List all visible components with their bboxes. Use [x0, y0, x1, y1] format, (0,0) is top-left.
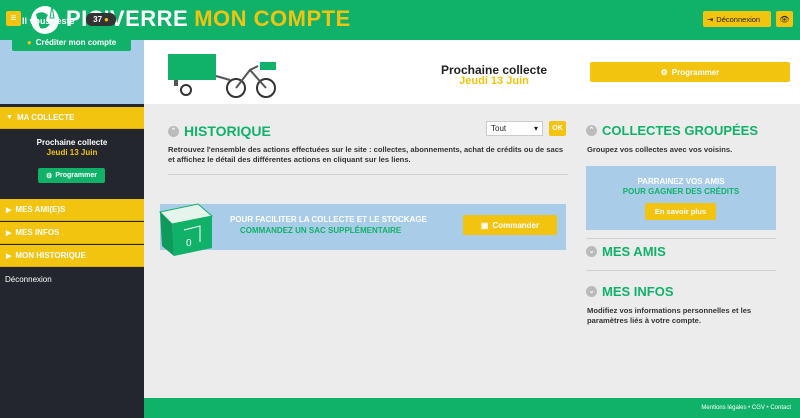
remain-label: Il vous reste [22, 16, 75, 26]
sidebar-program-label: Programmer [55, 172, 97, 179]
bike-icon: ⚙ [660, 67, 668, 77]
friends-heading[interactable]: ⌄ MES AMIS [586, 244, 666, 259]
order-label: Commander [492, 220, 540, 230]
sidebar-program-button[interactable]: ⚙ Programmer [38, 168, 105, 183]
sidebar-item-ma-collecte[interactable]: ▼ MA COLLECTE [0, 107, 144, 129]
sidebar-collecte-title: Prochaine collecte [36, 138, 108, 147]
promo-line-2: COMMANDEZ UN SAC SUPPLÉMENTAIRE [240, 226, 402, 235]
referral-panel [586, 166, 776, 230]
referral-line-1: PARRAINEZ VOS AMIS [637, 177, 725, 186]
chevron-up-icon[interactable]: ⌃ [168, 125, 179, 137]
next-collection-date: Jeudi 13 Juin [459, 75, 529, 87]
sidebar-item-mon-historique[interactable]: ▶ MON HISTORIQUE [0, 245, 144, 267]
sidebar-item-label: MA COLLECTE [16, 113, 75, 122]
cargo-bike-icon [168, 54, 276, 98]
historique-description: Retrouvez l'ensemble des actions effectu… [168, 145, 564, 164]
credit-account-label: Créditer mon compte [35, 38, 117, 47]
historique-heading: ⌃ HISTORIQUE [168, 123, 271, 139]
caret-right-icon: ▶ [6, 252, 12, 260]
hamburger-icon: ≡ [10, 13, 17, 24]
footer: Mentions légales • CGV • Contact [144, 398, 800, 418]
eye-button[interactable]: 👁 [776, 11, 793, 27]
credit-badge: 37 ● [86, 13, 116, 26]
historique-filter-select[interactable]: Tout ▾ [486, 121, 543, 136]
caret-right-icon: ▶ [6, 229, 12, 237]
coins-icon: ● [104, 15, 109, 24]
next-collection-banner: Prochaine collecte Jeudi 13 Juin ⚙ Progra… [144, 40, 800, 104]
divider [168, 174, 568, 175]
sign-out-icon: ⇥ [707, 14, 714, 24]
filter-value: Tout [491, 124, 507, 133]
credit-account-button[interactable]: ● Créditer mon compte [12, 34, 131, 51]
order-button[interactable]: ▣ Commander [463, 215, 557, 235]
grouped-title: COLLECTES GROUPÉES [602, 123, 759, 138]
program-button[interactable]: ⚙ Programmer [590, 62, 790, 82]
bag-icon: 0 [158, 203, 214, 256]
caret-right-icon: ▶ [6, 206, 12, 214]
infos-title: MES INFOS [602, 284, 674, 299]
sidebar-item-mes-infos[interactable]: ▶ MES INFOS [0, 222, 144, 244]
eye-icon: 👁 [779, 14, 790, 24]
sidebar-item-label: MES INFOS [15, 228, 60, 237]
caret-down-icon: ▼ [6, 114, 13, 121]
grouped-heading: ⌃ COLLECTES GROUPÉES [586, 123, 758, 138]
historique-title: HISTORIQUE [184, 123, 271, 139]
grouped-description: Groupez vos collectes avec vos voisins. [587, 145, 733, 154]
learn-more-button[interactable]: En savoir plus [645, 203, 716, 220]
filter-ok-button[interactable]: OK [549, 121, 566, 136]
sidebar-item-label: MON HISTORIQUE [15, 251, 86, 260]
chevron-down-icon[interactable]: ⌄ [586, 286, 597, 297]
chevron-up-icon[interactable]: ⌃ [586, 125, 597, 136]
logout-button[interactable]: ⇥ Déconnexion [703, 11, 771, 27]
sidebar-item-label: MES AMI(E)S [15, 205, 66, 214]
menu-button[interactable]: ≡ [6, 11, 21, 26]
credit-count: 37 [93, 15, 103, 24]
coins-icon: ● [26, 38, 32, 47]
friends-title: MES AMIS [602, 244, 666, 259]
program-label: Programmer [671, 67, 720, 77]
sidebar-logout-link[interactable]: Déconnexion [5, 275, 52, 284]
bike-icon: ⚙ [46, 172, 53, 180]
referral-line-2: POUR GAGNER DES CRÉDITS [622, 187, 740, 196]
promo-line-1: POUR FACILITER LA COLLECTE ET LE STOCKAG… [230, 215, 427, 224]
brand-main: PIC'VERRE [66, 6, 189, 31]
divider [586, 270, 776, 271]
svg-text:0: 0 [186, 238, 192, 249]
footer-links[interactable]: Mentions légales • CGV • Contact [701, 405, 791, 411]
caret-down-icon: ▾ [533, 124, 538, 133]
infos-description: Modifiez vos informations personnelles e… [587, 306, 752, 325]
sidebar-collecte-date: Jeudi 13 Juin [46, 148, 98, 157]
sidebar-item-mes-amis[interactable]: ▶ MES AMI(E)S [0, 199, 144, 221]
brand-accent: MON COMPTE [194, 6, 351, 31]
chevron-down-icon[interactable]: ⌄ [586, 246, 597, 257]
divider [586, 238, 776, 239]
bag-small-icon: ▣ [480, 220, 489, 230]
logout-label: Déconnexion [716, 14, 761, 24]
infos-heading[interactable]: ⌄ MES INFOS [586, 284, 674, 299]
